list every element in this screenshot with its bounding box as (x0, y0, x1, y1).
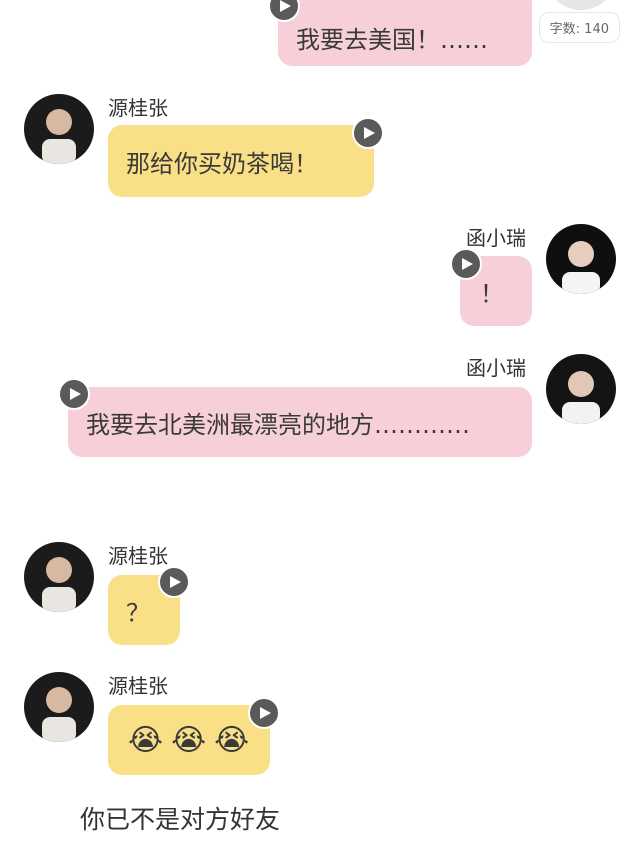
message-bubble[interactable]: 我要去美国！…… (278, 0, 532, 66)
avatar[interactable] (546, 354, 616, 424)
message-bubble[interactable]: 那给你买奶茶喝！ (108, 125, 374, 197)
play-voice-button[interactable] (58, 378, 90, 410)
sender-name: 源桂张 (108, 674, 168, 698)
play-icon (280, 0, 291, 12)
avatar-icon (546, 224, 616, 294)
play-icon (70, 388, 81, 400)
sender-name: 源桂张 (108, 544, 168, 568)
message-text: ？ (126, 598, 150, 627)
avatar-icon (24, 94, 94, 164)
message-text: ！ (480, 279, 504, 308)
avatar[interactable] (546, 224, 616, 294)
not-friend-notice: 你已不是对方好友 (80, 805, 281, 834)
sender-name: 函小瑞 (466, 356, 526, 380)
avatar-icon (24, 672, 94, 742)
avatar-icon (546, 354, 616, 424)
sender-name: 源桂张 (108, 96, 168, 120)
avatar[interactable] (24, 672, 94, 742)
play-voice-button[interactable] (352, 117, 384, 149)
crying-emoji: 😭 (128, 722, 164, 758)
crying-emoji: 😭 (171, 722, 207, 758)
word-count-badge: 字数: 140 (538, 12, 620, 43)
crying-emoji: 😭 (214, 722, 250, 758)
avatar-icon (24, 542, 94, 612)
avatar[interactable] (24, 542, 94, 612)
avatar-icon (546, 0, 616, 10)
message-bubble[interactable]: 😭 😭 😭 (108, 705, 270, 775)
play-voice-button[interactable] (248, 697, 280, 729)
play-icon (260, 707, 271, 719)
play-icon (462, 258, 473, 270)
play-icon (170, 576, 181, 588)
message-text: 那给你买奶茶喝！ (126, 149, 318, 178)
play-voice-button[interactable] (450, 248, 482, 280)
play-icon (364, 127, 375, 139)
message-text: 我要去北美洲最漂亮的地方………… (86, 410, 470, 439)
message-bubble[interactable]: 我要去北美洲最漂亮的地方………… (68, 387, 532, 457)
play-voice-button[interactable] (158, 566, 190, 598)
sender-name: 函小瑞 (466, 226, 526, 250)
avatar[interactable] (24, 94, 94, 164)
message-text: 我要去美国！…… (296, 25, 488, 54)
avatar[interactable] (546, 0, 616, 10)
